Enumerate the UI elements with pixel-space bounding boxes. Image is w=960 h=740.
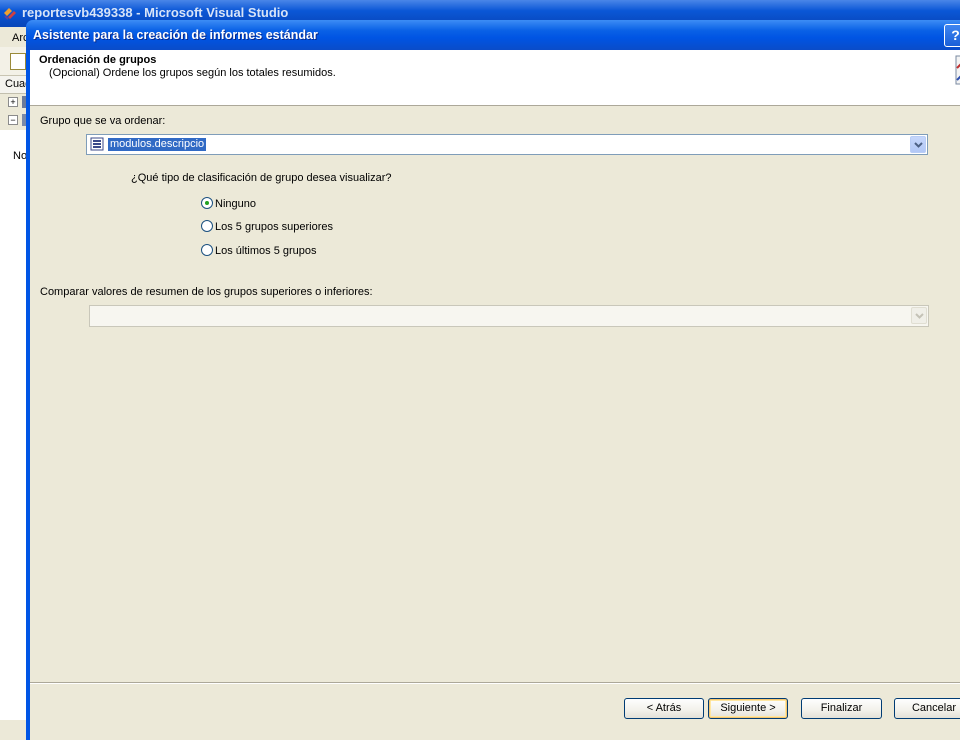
chevron-down-icon bbox=[915, 313, 924, 319]
step-title: Ordenación de grupos bbox=[39, 54, 157, 66]
new-file-icon[interactable] bbox=[10, 53, 26, 70]
group-label: Grupo que se va ordenar: bbox=[40, 115, 166, 127]
dialog-title-bar[interactable]: Asistente para la creación de informes e… bbox=[26, 20, 960, 50]
field-icon bbox=[90, 137, 104, 151]
radio-top-5[interactable] bbox=[201, 220, 213, 232]
radio-none[interactable] bbox=[201, 197, 213, 209]
cancel-button[interactable]: Cancelar bbox=[894, 698, 960, 719]
radio-top-5-label[interactable]: Los 5 grupos superiores bbox=[215, 221, 333, 233]
vs-panel-title: Cuad bbox=[0, 76, 27, 94]
footer-divider bbox=[30, 682, 960, 684]
wizard-dialog: Asistente para la creación de informes e… bbox=[26, 20, 960, 740]
help-icon: ? bbox=[951, 27, 960, 43]
back-button[interactable]: < Atrás bbox=[624, 698, 704, 719]
dialog-title: Asistente para la creación de informes e… bbox=[33, 28, 318, 42]
vs-app-icon bbox=[4, 8, 16, 20]
group-select-value: modulos.descripcio bbox=[108, 138, 207, 151]
wizard-header: Ordenación de grupos (Opcional) Ordene l… bbox=[30, 50, 960, 106]
radio-selected-indicator bbox=[205, 201, 209, 205]
tree-expand-icon[interactable]: + bbox=[8, 97, 18, 107]
sort-type-question: ¿Qué tipo de clasificación de grupo dese… bbox=[131, 172, 392, 184]
chevron-down-icon bbox=[914, 142, 923, 148]
group-select-dropdown-button[interactable] bbox=[910, 136, 926, 153]
dialog-client-area: Ordenación de grupos (Opcional) Ordene l… bbox=[30, 50, 960, 740]
compare-label: Comparar valores de resumen de los grupo… bbox=[40, 286, 373, 298]
radio-bottom-5-label[interactable]: Los últimos 5 grupos bbox=[215, 245, 317, 257]
vs-panel-body: No bbox=[0, 130, 27, 720]
vs-menu-item[interactable]: Arc bbox=[12, 32, 27, 44]
vs-window-title: reportesvb439338 - Microsoft Visual Stud… bbox=[22, 5, 289, 20]
finish-button[interactable]: Finalizar bbox=[801, 698, 882, 719]
radio-none-label[interactable]: Ninguno bbox=[215, 198, 256, 210]
step-subtitle: (Opcional) Ordene los grupos según los t… bbox=[49, 67, 336, 79]
group-select[interactable]: modulos.descripcio bbox=[86, 134, 928, 155]
vs-panel-label: Cuad bbox=[5, 78, 27, 90]
radio-bottom-5[interactable] bbox=[201, 244, 213, 256]
compare-select[interactable] bbox=[89, 305, 929, 327]
tree-collapse-icon[interactable]: − bbox=[8, 115, 18, 125]
next-button[interactable]: Siguiente > bbox=[708, 698, 788, 719]
help-button[interactable]: ? bbox=[944, 24, 960, 47]
vs-panel-text: No bbox=[13, 150, 27, 162]
vs-toolbar bbox=[0, 47, 27, 76]
vs-background-panel: Arc Cuad + − No bbox=[0, 27, 27, 720]
wizard-header-icon bbox=[955, 55, 960, 85]
compare-select-dropdown-button[interactable] bbox=[911, 307, 927, 324]
